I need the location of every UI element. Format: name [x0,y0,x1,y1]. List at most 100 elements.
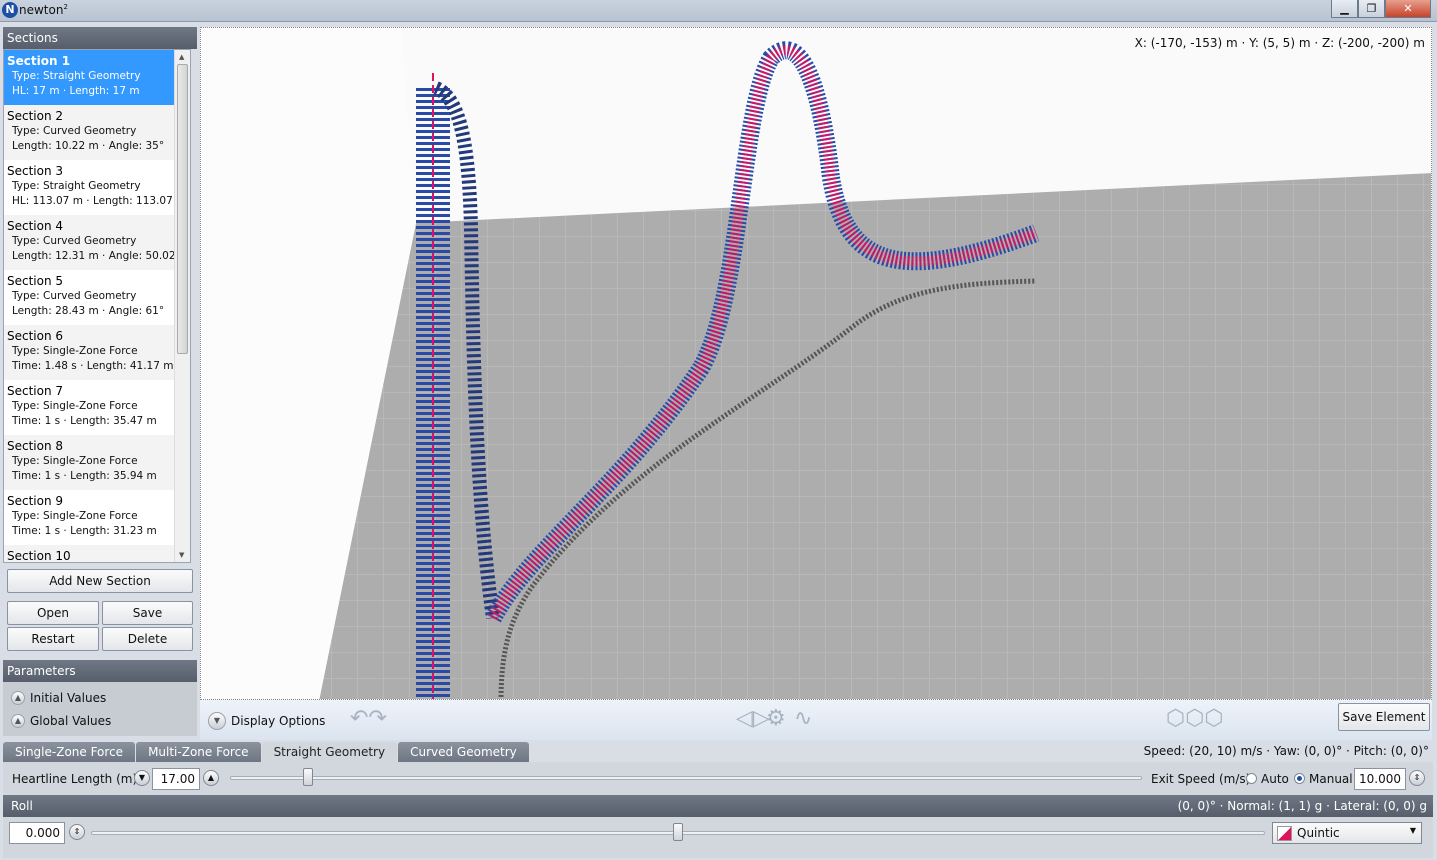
tab-curved-geometry[interactable]: Curved Geometry [398,742,529,762]
roll-slider-thumb[interactable] [673,823,683,841]
chevron-down-icon: ▼ [208,712,226,730]
section-detail: Time: 1 s · Length: 31.23 m [12,525,157,537]
scroll-up-icon[interactable]: ▲ [179,53,184,61]
section-title: Section 7 [7,384,64,398]
restart-button[interactable]: Restart [7,627,99,651]
section-detail: Type: Single-Zone Force [12,510,138,522]
section-detail: HL: 17 m · Length: 17 m [12,85,140,97]
initial-values-expander[interactable]: ▲ Initial Values [11,691,106,705]
parameters-header: Parameters [3,660,197,682]
section-title: Section 3 [7,164,64,178]
3d-viewport[interactable]: X: (-170, -153) m · Y: (5, 5) m · Z: (-2… [200,27,1432,700]
sections-header: Sections [3,27,197,49]
section-title: Section 5 [7,274,64,288]
tab-single-zone-force[interactable]: Single-Zone Force [3,742,136,762]
roll-status: (0, 0)° · Normal: (1, 1) g · Lateral: (0… [1177,799,1427,813]
speed-status: Speed: (20, 10) m/s · Yaw: (0, 0)° · Pit… [1143,744,1429,758]
auto-radio[interactable] [1246,773,1257,784]
mirror-icon[interactable]: ◁▷ [736,706,770,731]
auto-label: Auto [1261,772,1289,786]
track-scene [201,28,1431,699]
scrollbar-thumb[interactable] [177,64,188,354]
heartline-slider-thumb[interactable] [302,768,313,786]
undo-icon[interactable]: ↶↷ [350,706,387,731]
title-bar: N newton2 ▁ ❐ ✕ [0,0,1437,22]
section-detail: Type: Straight Geometry [12,180,141,192]
scroll-down-icon[interactable]: ▼ [179,551,184,559]
section-detail: Type: Curved Geometry [12,235,137,247]
section-title: Section 10 [7,549,71,563]
chevron-up-icon: ▲ [11,691,25,705]
wave-icon[interactable]: ∿ [794,706,812,731]
section-title: Section 6 [7,329,64,343]
roll-value-input[interactable]: 0.000 [9,822,65,844]
exit-speed-label: Exit Speed (m/s): [1151,772,1255,786]
section-detail: Time: 1.48 s · Length: 41.17 m [12,360,174,372]
section-detail: HL: 113.07 m · Length: 113.07 m [12,195,187,207]
section-title: Section 2 [7,109,64,123]
quintic-curve-icon [1277,826,1292,841]
window-title: newton2 [19,3,68,17]
section-detail: Time: 1 s · Length: 35.94 m [12,470,157,482]
section-list-item[interactable]: Section 7 Type: Single-Zone Force Time: 1 … [4,380,175,435]
section-detail: Type: Single-Zone Force [12,455,138,467]
tab-multi-zone-force[interactable]: Multi-Zone Force [136,742,261,762]
section-title: Section 4 [7,219,64,233]
section-list-item[interactable]: Section 8 Type: Single-Zone Force Time: 1 … [4,435,175,490]
section-list-scrollbar[interactable]: ▲ ▼ [174,50,190,562]
section-detail: Time: 1 s · Length: 35.47 m [12,415,157,427]
interpolation-select[interactable]: Quintic ▼ [1272,822,1422,844]
section-title: Section 8 [7,439,64,453]
save-element-button[interactable]: Save Element [1338,703,1430,731]
coordinate-readout: X: (-170, -153) m · Y: (5, 5) m · Z: (-2… [1134,36,1425,50]
manual-label: Manual [1309,772,1353,786]
section-title: Section 9 [7,494,64,508]
section-detail: Type: Single-Zone Force [12,400,138,412]
roll-stepper-icon[interactable]: ⇕ [69,824,85,840]
save-button[interactable]: Save [102,601,193,625]
section-list-item[interactable]: Section 6 Type: Single-Zone Force Time: 1.… [4,325,175,380]
increment-icon[interactable]: ▲ [203,770,219,786]
display-options-toggle[interactable]: ▼ Display Options [208,712,325,730]
section-detail: Length: 10.22 m · Angle: 35° [12,140,165,152]
manual-radio[interactable] [1294,773,1305,784]
section-list[interactable]: Section 1 Type: Straight Geometry HL: 17 m… [3,49,191,563]
delete-button[interactable]: Delete [102,627,193,651]
exit-speed-input[interactable]: 10.000 [1354,768,1406,790]
section-detail: Type: Single-Zone Force [12,345,138,357]
section-list-item[interactable]: Section 3 Type: Straight Geometry HL: 113.… [4,160,187,215]
open-button[interactable]: Open [7,601,99,625]
maximize-button[interactable]: ❐ [1358,0,1385,18]
heartline-slider-track[interactable] [230,776,1142,780]
gear-icon[interactable]: ⚙ [766,706,786,731]
section-list-item[interactable]: Section 4 Type: Curved Geometry Length: 12… [4,215,181,270]
chevron-down-icon: ▼ [1409,826,1416,835]
element-tabs: Single-Zone Force Multi-Zone Force Strai… [3,742,529,762]
section-detail: Length: 28.43 m · Angle: 61° [12,305,165,317]
section-list-item[interactable]: Section 2 Type: Curved Geometry Length: 10… [4,105,175,160]
tab-straight-geometry[interactable]: Straight Geometry [261,742,398,762]
section-list-item[interactable]: Section 9 Type: Single-Zone Force Time: 1 … [4,490,175,545]
roll-header: Roll (0, 0)° · Normal: (1, 1) g · Latera… [3,795,1433,817]
section-list-item[interactable]: Section 5 Type: Curved Geometry Length: 28… [4,270,175,325]
section-list-item[interactable]: Section 1 Type: Straight Geometry HL: 17 m… [4,50,175,105]
exit-speed-stepper-icon[interactable]: ⇕ [1409,770,1425,786]
heartline-length-input[interactable]: 17.00 [152,768,200,790]
section-title: Section 1 [7,54,71,68]
section-detail: Length: 12.31 m · Angle: 50.02° [12,250,181,262]
app-icon: N [2,2,18,18]
chevron-up-icon: ▲ [11,714,25,728]
section-list-item[interactable]: Section 10 [4,545,175,563]
parameters-panel: Parameters ▲ Initial Values ▲ Global Value… [3,660,197,736]
section-detail: Type: Straight Geometry [12,70,141,82]
viewport-toolbar: ▼ Display Options ↶↷ ◁▷ ⚙ ∿ ⬡⬡⬡ Save Ele… [200,700,1432,740]
close-button[interactable]: ✕ [1385,0,1431,18]
element-editor: Heartline Length (m): ▼ 17.00 ▲ Exit Spe… [3,762,1433,858]
decrement-icon[interactable]: ▼ [134,770,150,786]
add-new-section-button[interactable]: Add New Section [7,569,193,593]
section-detail: Type: Curved Geometry [12,125,137,137]
cube-view-icon[interactable]: ⬡⬡⬡ [1166,706,1224,731]
minimize-button[interactable]: ▁ [1331,0,1358,18]
global-values-expander[interactable]: ▲ Global Values [11,714,111,728]
heartline-label: Heartline Length (m): [12,772,142,786]
